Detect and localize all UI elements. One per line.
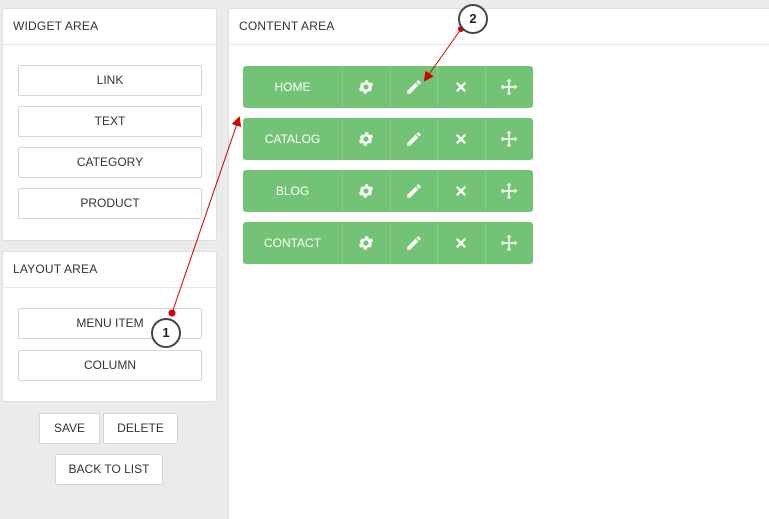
close-action-button[interactable] — [437, 118, 485, 160]
layout-area-panel: LAYOUT AREA MENU ITEM COLUMN — [2, 251, 217, 402]
gear-action-button[interactable] — [342, 222, 390, 264]
widget-area-panel: WIDGET AREA LINK TEXT CATEGORY PRODUCT — [2, 8, 217, 241]
move-action-button[interactable] — [484, 118, 533, 160]
pencil-icon — [405, 78, 423, 96]
callout-1-badge: 1 — [151, 318, 181, 348]
move-icon — [500, 234, 518, 252]
close-action-button[interactable] — [437, 66, 485, 108]
menu-item-label: HOME — [274, 80, 311, 94]
content-area-title: CONTENT AREA — [229, 9, 769, 45]
close-icon — [452, 130, 470, 148]
gear-icon — [357, 130, 375, 148]
widget-product-button[interactable]: PRODUCT — [18, 188, 202, 219]
close-icon — [452, 182, 470, 200]
pencil-action-button[interactable] — [389, 66, 438, 108]
move-icon — [500, 182, 518, 200]
widget-text-button[interactable]: TEXT — [18, 106, 202, 137]
content-area-panel: CONTENT AREA HOME CATALOG BLOG CONTACT — [228, 8, 769, 519]
move-icon — [500, 130, 518, 148]
menu-item-label: CATALOG — [264, 132, 321, 146]
gear-action-button[interactable] — [342, 118, 390, 160]
menu-item-label: BLOG — [275, 184, 310, 198]
back-to-list-button[interactable]: BACK TO LIST — [55, 454, 163, 485]
move-action-button[interactable] — [484, 66, 533, 108]
pencil-action-button[interactable] — [389, 118, 438, 160]
close-icon — [452, 78, 470, 96]
move-icon — [500, 78, 518, 96]
delete-button[interactable]: DELETE — [103, 413, 178, 444]
gear-action-button[interactable] — [342, 66, 390, 108]
layout-column-button[interactable]: COLUMN — [18, 350, 202, 381]
pencil-action-button[interactable] — [389, 170, 438, 212]
menu-item-row[interactable]: CATALOG — [243, 118, 533, 160]
menu-item-row[interactable]: CONTACT — [243, 222, 533, 264]
menu-item-label: CONTACT — [263, 236, 322, 250]
pencil-icon — [405, 182, 423, 200]
gear-icon — [357, 234, 375, 252]
close-icon — [452, 234, 470, 252]
layout-area-title: LAYOUT AREA — [3, 252, 216, 288]
menu-item-row[interactable]: BLOG — [243, 170, 533, 212]
widget-link-button[interactable]: LINK — [18, 65, 202, 96]
gear-icon — [357, 78, 375, 96]
pencil-icon — [405, 234, 423, 252]
move-action-button[interactable] — [484, 222, 533, 264]
widget-area-title: WIDGET AREA — [3, 9, 216, 45]
move-action-button[interactable] — [484, 170, 533, 212]
callout-2-badge: 2 — [458, 4, 488, 34]
close-action-button[interactable] — [437, 222, 485, 264]
gear-icon — [357, 182, 375, 200]
close-action-button[interactable] — [437, 170, 485, 212]
save-button[interactable]: SAVE — [39, 413, 100, 444]
widget-category-button[interactable]: CATEGORY — [18, 147, 202, 178]
pencil-action-button[interactable] — [389, 222, 438, 264]
gear-action-button[interactable] — [342, 170, 390, 212]
pencil-icon — [405, 130, 423, 148]
menu-item-row[interactable]: HOME — [243, 66, 533, 108]
